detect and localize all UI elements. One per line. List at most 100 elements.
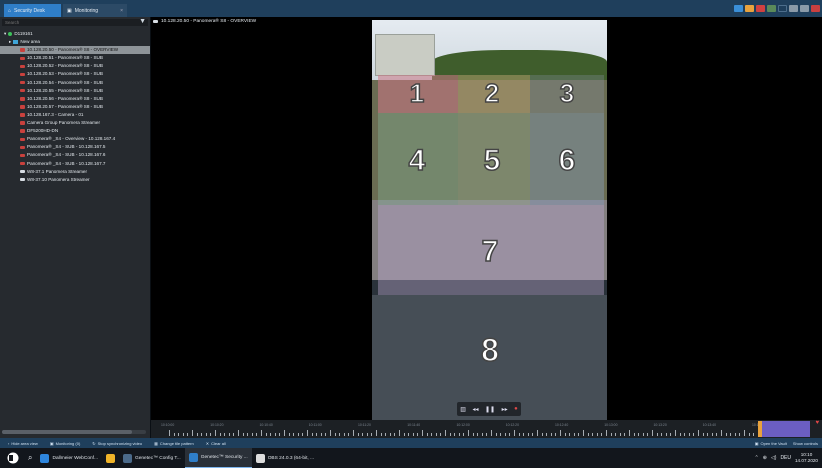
timeline-tick	[297, 433, 299, 436]
tree-item-camera[interactable]: 10.128.20.53 - Panomera® S8 - SUB	[0, 70, 150, 78]
expand-icon[interactable]: ▾	[4, 30, 6, 38]
tree-item-camera[interactable]: 10.128.167.3 - Camera - 01	[0, 111, 150, 119]
timeline-tick	[518, 433, 520, 436]
timeline-tick	[288, 433, 290, 436]
dallmeier-logo-icon	[7, 452, 19, 464]
network-icon[interactable]: ⊕	[763, 455, 767, 461]
timeline-tick	[454, 433, 456, 436]
tree-root[interactable]: ▾ D119161	[0, 30, 150, 38]
tree-item-label: 10.128.20.50 - Panomera® S8 - OVERVIEW	[27, 47, 119, 53]
tree-item-camera[interactable]: 10.128.20.57 - Panomera® S8 - SUB	[0, 103, 150, 111]
timeline-tick	[463, 433, 465, 436]
timeline-tick	[707, 433, 709, 436]
hide-area-view-button[interactable]: ‹ Hide area view	[8, 441, 38, 446]
close-icon[interactable]: ×	[120, 8, 123, 14]
clock[interactable]: 10:10 14.07.2020	[795, 452, 818, 464]
tree-item-camera[interactable]: DF5200HD-DN	[0, 127, 150, 135]
maximize-icon[interactable]	[800, 5, 809, 12]
taskbar-search[interactable]: ⌕	[24, 448, 36, 468]
camera-icon	[20, 161, 25, 166]
record-icon[interactable]: ●	[514, 406, 518, 412]
timeline-tick	[380, 433, 382, 436]
alarm-icon[interactable]	[756, 5, 765, 12]
tree-item-camera[interactable]: 10.128.20.52 - Panomera® S8 - SUB	[0, 62, 150, 70]
timeline-tick	[376, 430, 377, 436]
timeline-cursor[interactable]	[758, 421, 762, 437]
tree-item-label: 10.128.167.3 - Camera - 01	[27, 111, 84, 117]
camera-video-feed[interactable]: 1 2 3 4 5 6 7 8	[372, 20, 607, 420]
up-chevron-icon[interactable]: ⌃	[755, 455, 759, 461]
pause-icon[interactable]: ❚❚	[485, 406, 495, 413]
timeline-tick	[233, 433, 235, 436]
tree-item-camera[interactable]: 10.128.20.54 - Panomera® S8 - SUB	[0, 79, 150, 87]
minimize-icon[interactable]	[789, 5, 798, 12]
taskbar-app[interactable]: Genetec™ Security ...	[184, 448, 252, 468]
server-icon	[8, 32, 13, 37]
timeline-tick	[192, 430, 193, 436]
tree-item-camera[interactable]: Camera Group Panomera Streamer	[0, 119, 150, 127]
expand-icon[interactable]: ▸	[9, 38, 11, 46]
forward-icon[interactable]: ▸▸	[502, 406, 508, 413]
app-icon	[105, 453, 115, 463]
tree-item-camera[interactable]: Panomera® _S4 - Overview - 10.128.167.4	[0, 135, 150, 143]
tree-item-camera[interactable]: 10.128.20.55 - Panomera® S8 - SUB	[0, 87, 150, 95]
sync-icon: ↻	[92, 440, 96, 446]
timeline-tick	[642, 433, 644, 436]
language-indicator[interactable]: DEU	[780, 455, 791, 461]
video-tile[interactable]: 10.128.20.50 - Panomera® S8 - OVERVIEW 1…	[151, 17, 822, 420]
users-icon[interactable]	[734, 5, 743, 12]
timeline-tick	[619, 433, 621, 436]
tree-item-camera[interactable]: 10.128.20.50 - Panomera® S8 - OVERVIEW	[0, 46, 150, 55]
timeline-tick	[550, 433, 552, 436]
filter-icon[interactable]: ▼	[139, 18, 146, 25]
rewind-icon[interactable]: ◂◂	[472, 406, 478, 413]
monitoring-button[interactable]: ▣ Monitoring (0)	[50, 441, 80, 446]
tree-item-camera[interactable]: W8-37.1 Panomera Streamer	[0, 168, 150, 176]
start-button[interactable]	[0, 448, 24, 468]
taskbar-app-label: Genetec™ Security ...	[200, 455, 248, 460]
tree-area[interactable]: ▸ New area	[0, 38, 150, 46]
sync-video-button[interactable]: ↻ Stop synchronizing video	[92, 441, 142, 446]
tree-item-camera[interactable]: W8-37.10 Panomera Streamer	[0, 176, 150, 184]
folder-icon	[13, 40, 19, 45]
clock-icon[interactable]	[778, 5, 787, 12]
tree-item-camera[interactable]: 10.128.20.56 - Panomera® S8 - SUB	[0, 95, 150, 103]
timeline-tick	[408, 433, 410, 436]
taskbar-app[interactable]: OBS 24.0.3 (64-bit, ...	[252, 448, 318, 468]
timeline[interactable]: 10:10:00 10:10:20 10:10:40 10:11:00 10:11:20…	[151, 420, 822, 438]
timeline-tick	[721, 430, 722, 436]
timeline-tick	[449, 433, 451, 436]
open-vault-button[interactable]: ▣ Open the Vault	[755, 441, 787, 446]
tree-item-camera[interactable]: 10.128.20.51 - Panomera® S8 - SUB	[0, 54, 150, 62]
tree-item-camera[interactable]: Panomera® _S4 - SUB - 10.128.167.7	[0, 160, 150, 168]
timeline-tick	[468, 430, 469, 436]
taskbar-app[interactable]: Genetec™ Config T...	[119, 448, 185, 468]
timeline-tick	[610, 433, 612, 436]
tile-pattern-button[interactable]: ▦ Change tile pattern	[154, 441, 194, 446]
health-icon[interactable]	[767, 5, 776, 12]
search-input[interactable]	[2, 19, 148, 26]
show-controls-button[interactable]: Show controls	[793, 441, 818, 446]
tree-item-camera[interactable]: Panomera® _S4 - SUB - 10.128.167.6	[0, 151, 150, 159]
tab-security-desk[interactable]: ⌂ Security Desk	[4, 4, 61, 17]
timeline-recording-segment	[758, 421, 810, 437]
timeline-tick	[270, 433, 272, 436]
taskbar-app[interactable]: Dallmeier WebConf...	[36, 448, 102, 468]
tree-item-label: 10.128.20.57 - Panomera® S8 - SUB	[27, 103, 103, 109]
timeline-tick	[417, 433, 419, 436]
tree-item-label: Panomera® _S4 - SUB - 10.128.167.6	[27, 152, 106, 158]
taskbar-app[interactable]	[102, 448, 119, 468]
timeline-label: 10:11:40	[407, 423, 421, 427]
alert-icon[interactable]	[745, 5, 754, 12]
clear-all-button[interactable]: ✕ Clear all	[206, 441, 226, 446]
video-controls: ▥ ◂◂ ❚❚ ▸▸ ●	[457, 402, 521, 416]
tab-monitoring[interactable]: ▣ Monitoring ×	[63, 4, 127, 17]
tile-pattern-icon[interactable]: ▥	[460, 406, 466, 413]
tree-item-camera[interactable]: Panomera® _S4 - SUB - 10.128.167.5	[0, 143, 150, 151]
timeline-tick	[693, 433, 695, 436]
sidebar-scrollbar[interactable]	[2, 430, 146, 434]
scrollbar-thumb[interactable]	[2, 430, 132, 434]
volume-icon[interactable]: ◁)	[771, 455, 777, 461]
timeline-tick	[477, 433, 479, 436]
close-window-icon[interactable]	[811, 5, 820, 12]
